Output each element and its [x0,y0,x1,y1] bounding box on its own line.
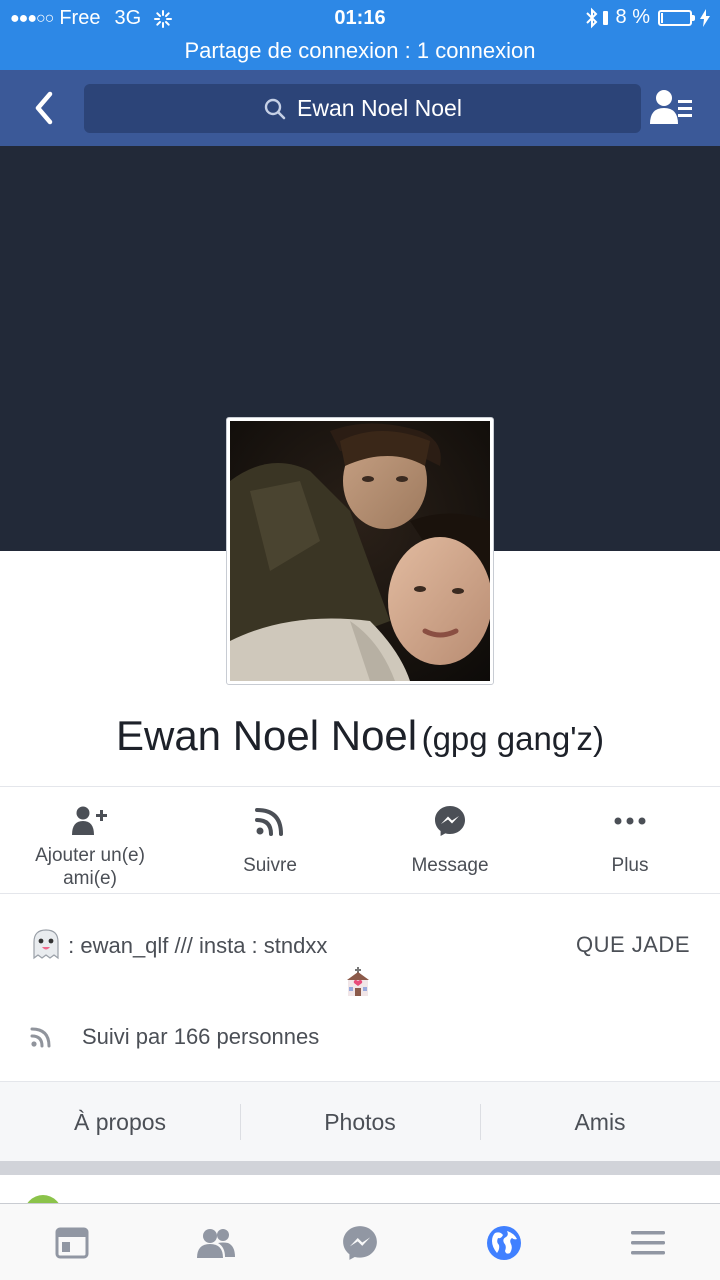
message-label: Message [411,855,489,876]
profile-name-text: Ewan Noel Noel [115,712,418,759]
profile-actions: Ajouter un(e) ami(e) Suivre Message Plus [0,786,720,893]
news-feed-icon [55,1227,89,1258]
charging-bolt-icon [700,8,710,27]
bottom-tab-messenger[interactable] [288,1204,432,1280]
messenger-icon [343,1225,377,1260]
add-friend-icon [72,806,107,835]
search-icon [264,98,286,119]
orientation-lock-icon [602,10,608,25]
messenger-icon [435,806,465,836]
more-dots-icon [614,817,646,825]
add-friend-button[interactable]: Ajouter un(e) ami(e) [0,786,180,893]
bio-text: : ewan_qlf /// insta : stndxx [68,933,328,958]
divider [0,893,720,894]
friend-requests-icon[interactable] [650,88,694,128]
status-bar: ●●●○○ Free 3G 01:16 8 % Partage de conne… [0,0,720,70]
follow-rss-icon [255,808,283,836]
tab-friends[interactable]: Amis [480,1082,720,1162]
battery-level [661,12,663,23]
add-friend-label: Ajouter un(e) ami(e) [35,845,145,889]
profile-alternate-name: (gpg gang'z) [421,720,605,757]
tab-about[interactable]: À propos [0,1082,240,1162]
bottom-tab-bar [0,1203,720,1280]
bluetooth-icon [585,7,597,28]
followers-row[interactable]: Suivi par 166 personnes [30,1024,319,1050]
profile-section-tabs: À propos Photos Amis [0,1081,720,1161]
profile-photo-image [230,421,490,681]
tab-photos[interactable]: Photos [240,1082,480,1162]
bio-right-text: QUE JADE [575,932,690,957]
section-divider [0,1161,720,1175]
more-label: Plus [611,855,649,876]
search-field[interactable]: Ewan Noel Noel [84,84,641,133]
profile-picture[interactable] [226,417,494,685]
bottom-tab-menu[interactable] [576,1204,720,1280]
nav-bar: Ewan Noel Noel [0,70,720,146]
battery-icon [658,9,695,26]
profile-name: Ewan Noel Noel (gpg gang'z) [0,712,720,760]
followers-text: Suivi par 166 personnes [82,1024,320,1049]
bottom-tab-friends[interactable] [144,1204,288,1280]
bottom-tab-news-feed[interactable] [0,1204,144,1280]
friends-icon [197,1228,235,1258]
menu-icon [631,1230,665,1254]
feed-preview [0,1175,720,1203]
wedding-chapel-emoji-icon [347,967,369,996]
message-button[interactable]: Message [360,786,540,893]
tethering-banner[interactable]: Partage de connexion : 1 connexion [0,38,720,64]
back-arrow-icon[interactable] [28,88,64,128]
status-right: 8 % [585,6,710,29]
notifications-globe-icon [487,1225,521,1260]
follow-button[interactable]: Suivre [180,786,360,893]
follower-rss-icon [30,1027,51,1048]
battery-percent: 8 % [615,6,650,28]
avatar [24,1195,62,1203]
bottom-tab-notifications[interactable] [432,1204,576,1280]
follow-label: Suivre [243,855,297,876]
ghost-emoji-icon [33,929,59,960]
search-query: Ewan Noel Noel [297,95,462,121]
more-button[interactable]: Plus [540,786,720,893]
